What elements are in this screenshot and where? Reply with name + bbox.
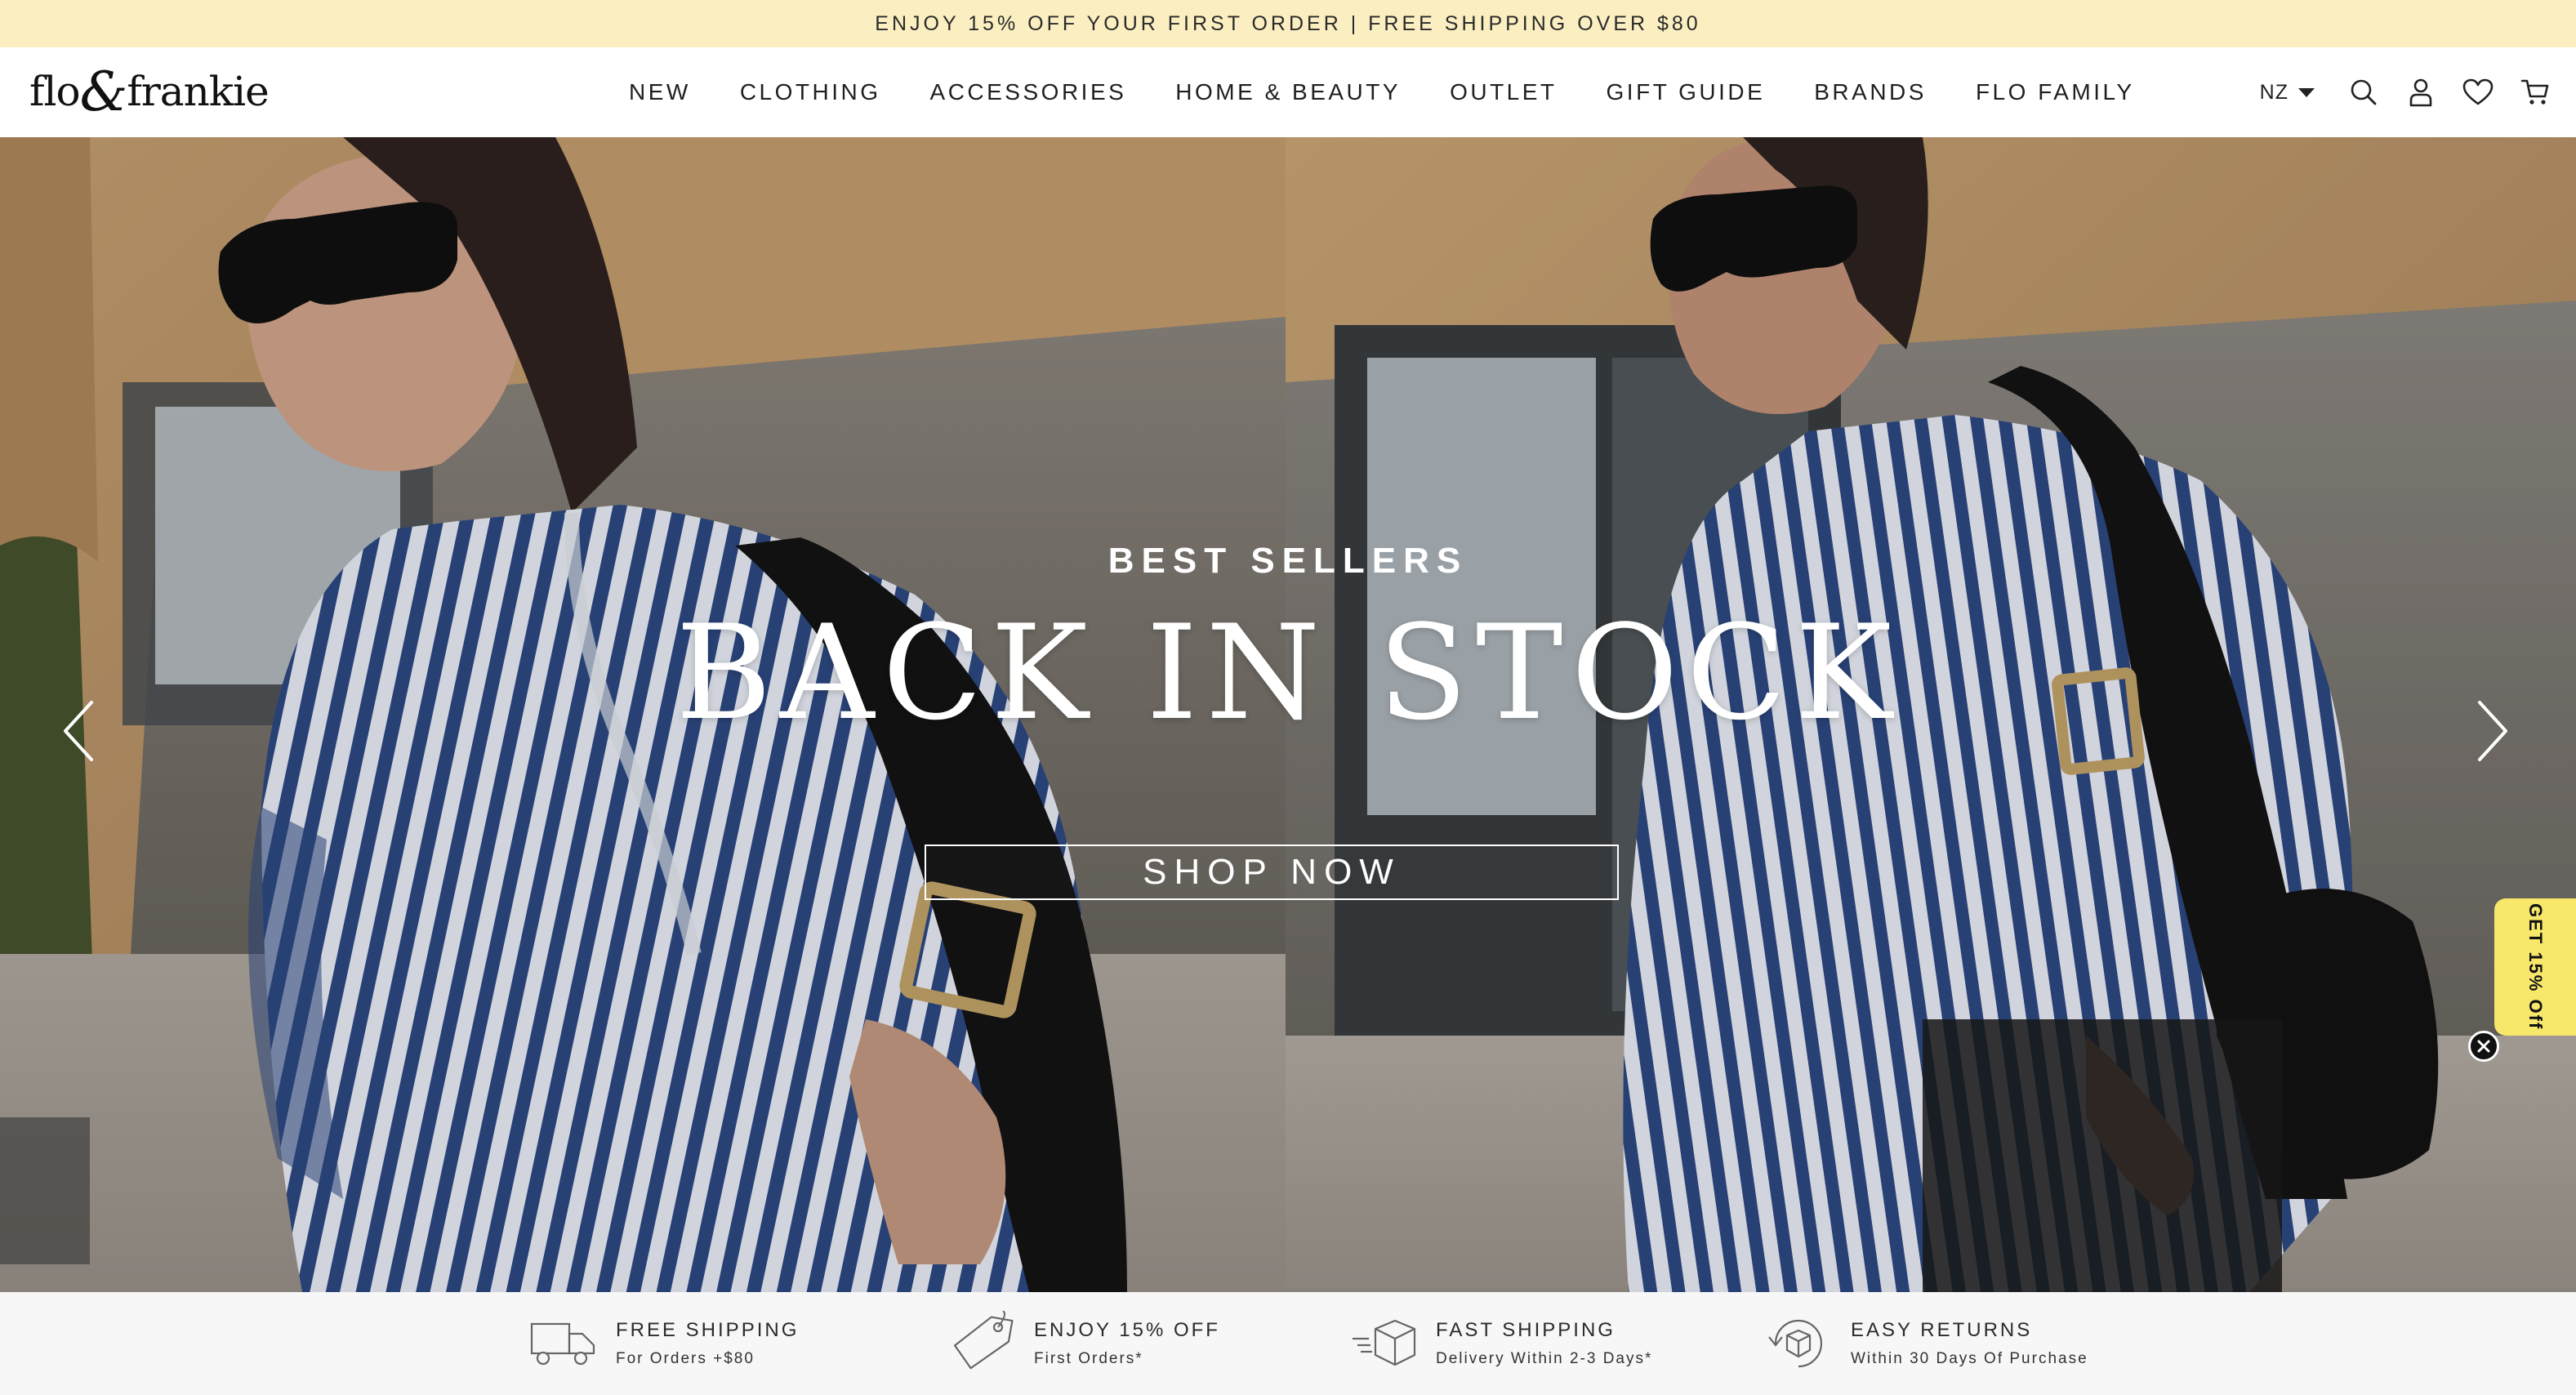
benefit-subtitle: Within 30 Days Of Purchase [1851, 1350, 2088, 1367]
nav-item-new[interactable]: NEW [604, 79, 715, 105]
benefit-subtitle: For Orders +$80 [616, 1350, 755, 1367]
price-tag-icon [947, 1309, 1016, 1378]
hero-carousel: BEST SELLERS BACK IN STOCK SHOP NOW [0, 137, 2576, 1292]
benefit-title: FREE SHIPPING [616, 1319, 800, 1341]
benefit-fast-shipping: FAST SHIPPING Delivery Within 2-3 Days* [1349, 1292, 1652, 1395]
nav-item-clothing[interactable]: CLOTHING [715, 79, 906, 105]
chevron-left-icon[interactable] [54, 694, 103, 768]
nav-item-accessories[interactable]: ACCESSORIES [906, 79, 1152, 105]
region-selector[interactable]: NZ [2260, 81, 2323, 105]
discount-promo-tab[interactable]: GET 15% Off [2494, 898, 2576, 1036]
main-nav: NEW CLOTHING ACCESSORIES HOME & BEAUTY O… [604, 47, 2159, 137]
account-icon[interactable] [2404, 76, 2437, 109]
cart-icon[interactable] [2519, 76, 2551, 109]
benefit-subtitle: First Orders* [1034, 1350, 1143, 1367]
benefit-discount: ENJOY 15% OFF First Orders* [947, 1292, 1220, 1395]
search-icon[interactable] [2347, 76, 2380, 109]
fast-box-icon [1349, 1309, 1418, 1378]
announcement-bar: ENJOY 15% OFF YOUR FIRST ORDER | FREE SH… [0, 0, 2576, 47]
site-header: flo&frankie NEW CLOTHING ACCESSORIES HOM… [0, 47, 2576, 137]
benefits-strip: FREE SHIPPING For Orders +$80 ENJOY 15% … [0, 1292, 2576, 1395]
nav-item-gift-guide[interactable]: GIFT GUIDE [1582, 79, 1790, 105]
nav-item-home-beauty[interactable]: HOME & BEAUTY [1151, 79, 1425, 105]
nav-item-brands[interactable]: BRANDS [1789, 79, 1951, 105]
caret-down-icon [2298, 87, 2315, 97]
benefit-easy-returns: EASY RETURNS Within 30 Days Of Purchase [1764, 1292, 2088, 1395]
wishlist-heart-icon[interactable] [2462, 76, 2494, 109]
brand-logo[interactable]: flo&frankie [29, 65, 270, 119]
benefit-free-shipping: FREE SHIPPING For Orders +$80 [529, 1292, 799, 1395]
benefit-subtitle: Delivery Within 2-3 Days* [1436, 1350, 1653, 1367]
logo-text-frankie: frankie [127, 68, 269, 115]
chevron-right-icon[interactable] [2468, 694, 2517, 768]
nav-item-flo-family[interactable]: FLO FAMILY [1951, 79, 2159, 105]
benefit-title: FAST SHIPPING [1436, 1319, 1616, 1341]
hero-title: BACK IN STOCK [675, 596, 1901, 749]
close-icon[interactable] [2468, 1031, 2499, 1062]
delivery-truck-icon [529, 1309, 598, 1378]
logo-ampersand: & [79, 60, 128, 123]
shop-now-label: SHOP NOW [1143, 852, 1401, 892]
benefit-title: ENJOY 15% OFF [1034, 1319, 1220, 1341]
logo-text-flo: flo [29, 68, 81, 115]
header-actions: NZ [2260, 47, 2551, 137]
nav-item-outlet[interactable]: OUTLET [1425, 79, 1581, 105]
benefit-title: EASY RETURNS [1851, 1319, 2033, 1341]
returns-box-icon [1764, 1309, 1833, 1378]
shop-now-button[interactable]: SHOP NOW [925, 845, 1619, 900]
region-label: NZ [2259, 80, 2289, 104]
promo-tab-label: GET 15% Off [2525, 903, 2546, 1031]
hero-eyebrow: BEST SELLERS [1108, 541, 1468, 581]
announcement-text: ENJOY 15% OFF YOUR FIRST ORDER | FREE SH… [875, 11, 1701, 35]
